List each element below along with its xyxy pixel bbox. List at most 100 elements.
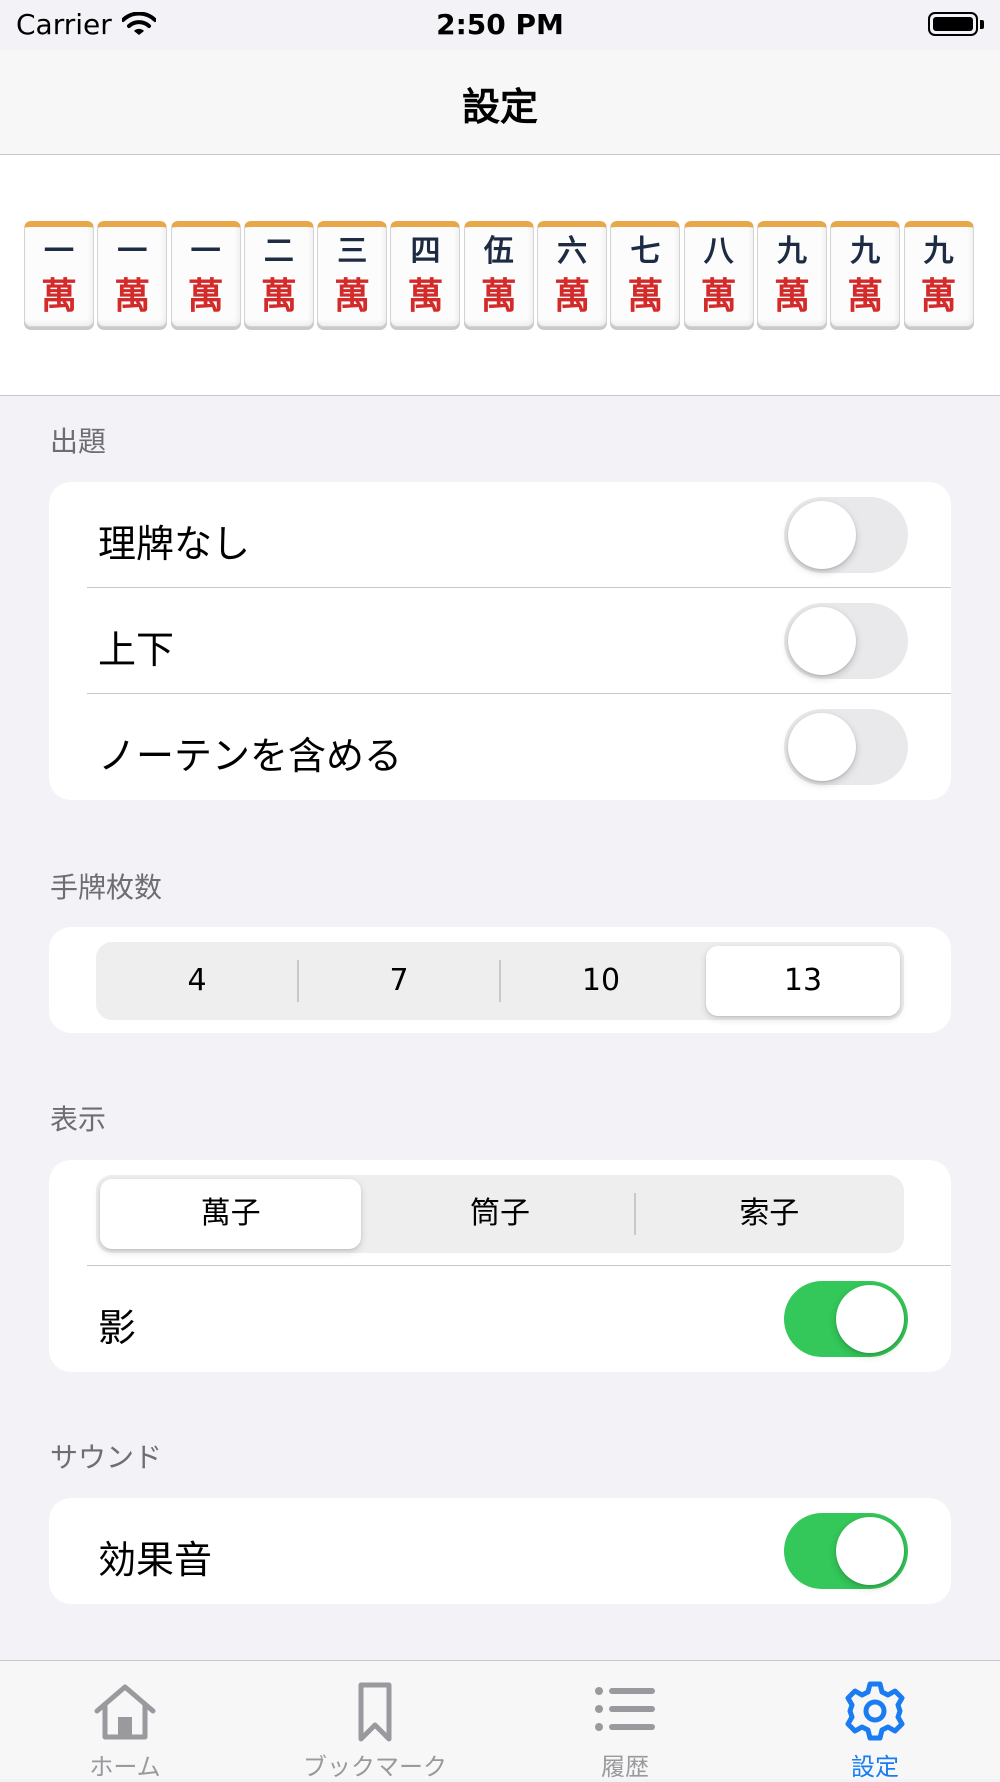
tab-settings[interactable]: 設定	[750, 1661, 1000, 1781]
tile-suit: 萬	[334, 276, 371, 317]
tab-label: ホーム	[89, 1753, 161, 1781]
toggle-knob	[788, 607, 856, 675]
mahjong-tile: 七萬	[610, 221, 681, 327]
mahjong-tile: 九萬	[756, 221, 827, 327]
tile-suit: 萬	[260, 276, 297, 317]
segment-souzu[interactable]: 索子	[635, 1175, 904, 1253]
segment-7[interactable]: 7	[298, 942, 500, 1020]
segment-label: 10	[581, 963, 621, 998]
tile-suit: 萬	[114, 276, 151, 317]
tile-number: 一	[44, 234, 74, 269]
tile-number: 九	[776, 234, 807, 269]
segment-manzu[interactable]: 萬子	[96, 1175, 365, 1253]
upside-down-toggle[interactable]	[784, 603, 908, 679]
shadow-toggle[interactable]	[784, 1281, 908, 1357]
status-time: 2:50 PM	[436, 8, 564, 41]
tab-label: 履歴	[601, 1753, 649, 1781]
no-sorting-toggle[interactable]	[784, 497, 908, 573]
segment-divider	[297, 960, 299, 1002]
tile-suit: 萬	[773, 276, 810, 317]
settings-row: 影	[49, 1266, 951, 1372]
tile-suit: 萬	[847, 276, 884, 317]
gear-icon	[845, 1681, 905, 1741]
segment-label: 4	[187, 963, 207, 998]
tile-number: 二	[263, 234, 294, 269]
hand-count-segmented-control: 4 7 10 13	[96, 942, 904, 1020]
segment-divider	[499, 960, 501, 1002]
tiles-preview: 一萬 一萬 一萬 二萬 三萬 四萬 伍萬 六萬 七萬 八萬 九萬 九萬 九萬	[0, 155, 1000, 396]
mahjong-tile: 八萬	[683, 221, 754, 327]
tile-suit: 萬	[627, 276, 664, 317]
tile-suit: 萬	[40, 276, 77, 317]
section-header-sound: サウンド	[50, 1441, 163, 1474]
segment-pinzu[interactable]: 筒子	[365, 1175, 634, 1253]
include-noten-toggle[interactable]	[784, 709, 908, 785]
toggle-knob	[836, 1285, 904, 1353]
tile-suit: 萬	[407, 276, 444, 317]
tile-number: 一	[117, 234, 148, 269]
tab-bar: ホーム ブックマーク 履歴 設定	[0, 1660, 1000, 1781]
settings-row: ノーテンを含める	[49, 694, 951, 800]
toggle-knob	[836, 1517, 904, 1585]
question-settings-group: 理牌なし 上下 ノーテンを含める	[49, 482, 951, 800]
suit-segmented-control: 萬子 筒子 索子	[96, 1175, 904, 1253]
mahjong-tile: 伍萬	[463, 221, 534, 327]
tab-history[interactable]: 履歴	[500, 1661, 750, 1781]
tile-suit: 萬	[700, 276, 737, 317]
settings-row: 上下	[49, 588, 951, 694]
tile-number: 一	[190, 234, 221, 269]
setting-label: 影	[98, 1306, 137, 1350]
list-icon	[595, 1687, 655, 1731]
tile-suit: 萬	[187, 276, 224, 317]
segment-label: 筒子	[469, 1196, 530, 1231]
segment-13[interactable]: 13	[702, 942, 904, 1020]
mahjong-tile: 二萬	[243, 221, 314, 327]
tile-number: 三	[337, 234, 368, 269]
settings-row: 理牌なし	[49, 482, 951, 588]
tile-suit: 萬	[554, 276, 591, 317]
setting-label: 理牌なし	[98, 522, 251, 566]
tile-row: 一萬 一萬 一萬 二萬 三萬 四萬 伍萬 六萬 七萬 八萬 九萬 九萬 九萬	[24, 221, 977, 327]
mahjong-tile: 一萬	[170, 221, 241, 327]
section-header-question: 出題	[50, 425, 107, 458]
mahjong-tile: 九萬	[903, 221, 974, 327]
setting-label: 効果音	[98, 1538, 213, 1582]
battery-cap	[980, 20, 984, 29]
battery-icon	[928, 12, 978, 36]
segment-label: 萬子	[200, 1196, 261, 1231]
setting-label: 上下	[98, 628, 175, 672]
segment-label: 7	[389, 963, 409, 998]
page-title: 設定	[461, 85, 538, 129]
segment-4[interactable]: 4	[96, 942, 298, 1020]
segment-label: 索子	[739, 1196, 800, 1231]
tab-label: ブックマーク	[303, 1753, 447, 1781]
setting-label: ノーテンを含める	[98, 734, 403, 778]
bookmark-icon	[358, 1682, 392, 1742]
segment-10[interactable]: 10	[500, 942, 702, 1020]
hand-count-group: 4 7 10 13	[49, 927, 951, 1033]
tab-bookmark[interactable]: ブックマーク	[250, 1661, 500, 1781]
mahjong-tile: 一萬	[97, 221, 168, 327]
tile-number: 六	[557, 234, 588, 269]
tile-number: 九	[850, 234, 881, 269]
tile-number: 伍	[483, 234, 514, 269]
tab-home[interactable]: ホーム	[0, 1661, 250, 1781]
sound-settings-group: 効果音	[49, 1498, 951, 1604]
mahjong-tile: 九萬	[830, 221, 901, 327]
section-header-hand-count: 手牌枚数	[50, 871, 163, 904]
status-bar: Carrier 2:50 PM	[0, 0, 1000, 50]
segment-label: 13	[783, 963, 823, 998]
tile-number: 七	[630, 234, 661, 269]
mahjong-tile: 三萬	[317, 221, 388, 327]
tile-number: 九	[923, 234, 954, 269]
sound-effect-toggle[interactable]	[784, 1513, 908, 1589]
section-header-display: 表示	[50, 1103, 107, 1136]
tile-number: 八	[703, 234, 734, 269]
tile-suit: 萬	[480, 276, 517, 317]
navigation-bar: 設定	[0, 50, 1000, 155]
toggle-knob	[788, 501, 856, 569]
tile-number: 四	[410, 234, 441, 269]
segment-divider	[634, 1193, 636, 1235]
tab-label: 設定	[851, 1753, 899, 1781]
settings-row: 効果音	[49, 1498, 951, 1604]
